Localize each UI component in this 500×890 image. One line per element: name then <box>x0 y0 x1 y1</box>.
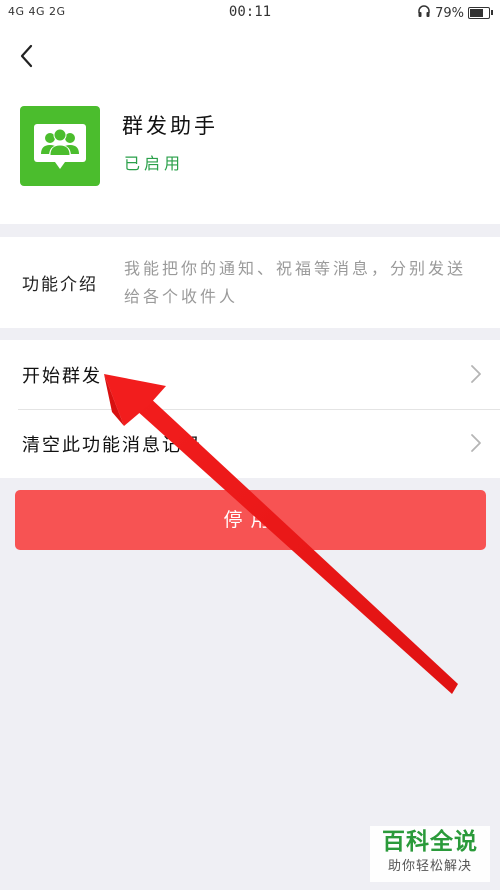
chevron-left-icon <box>20 44 33 68</box>
stop-button[interactable]: 停用 <box>15 490 486 550</box>
status-right: 79% <box>417 4 493 22</box>
battery-icon <box>468 7 493 19</box>
start-broadcast-row[interactable]: 开始群发 <box>0 340 500 410</box>
menu-item-label: 开始群发 <box>22 366 102 387</box>
intro-text: 我能把你的通知、祝福等消息，分别发送给各个收件人 <box>124 259 467 306</box>
app-status: 已启用 <box>124 154 185 173</box>
header-panel: 群发助手 已启用 <box>0 26 500 224</box>
battery-percent: 79% <box>435 5 464 21</box>
app-name: 群发助手 <box>122 114 218 138</box>
watermark-sub: 助你轻松解决 <box>387 859 472 874</box>
menu-panel: 开始群发 清空此功能消息记录 <box>0 340 500 478</box>
intro-panel: 功能介绍 我能把你的通知、祝福等消息，分别发送给各个收件人 <box>0 237 500 328</box>
back-button[interactable] <box>14 42 42 70</box>
group-chat-icon <box>34 124 86 169</box>
app-icon <box>20 106 100 186</box>
status-bar: 4G 4G 2G 00:11 79% <box>0 0 500 26</box>
watermark-main: 百科全说 <box>382 829 478 855</box>
menu-item-label: 清空此功能消息记录 <box>22 435 202 456</box>
intro-label: 功能介绍 <box>22 275 98 295</box>
headset-icon <box>417 4 431 22</box>
chevron-right-icon <box>471 365 481 383</box>
watermark-logo: 百科全说 助你轻松解决 <box>370 826 490 882</box>
clear-records-row[interactable]: 清空此功能消息记录 <box>0 409 500 478</box>
chevron-right-icon <box>471 434 481 452</box>
